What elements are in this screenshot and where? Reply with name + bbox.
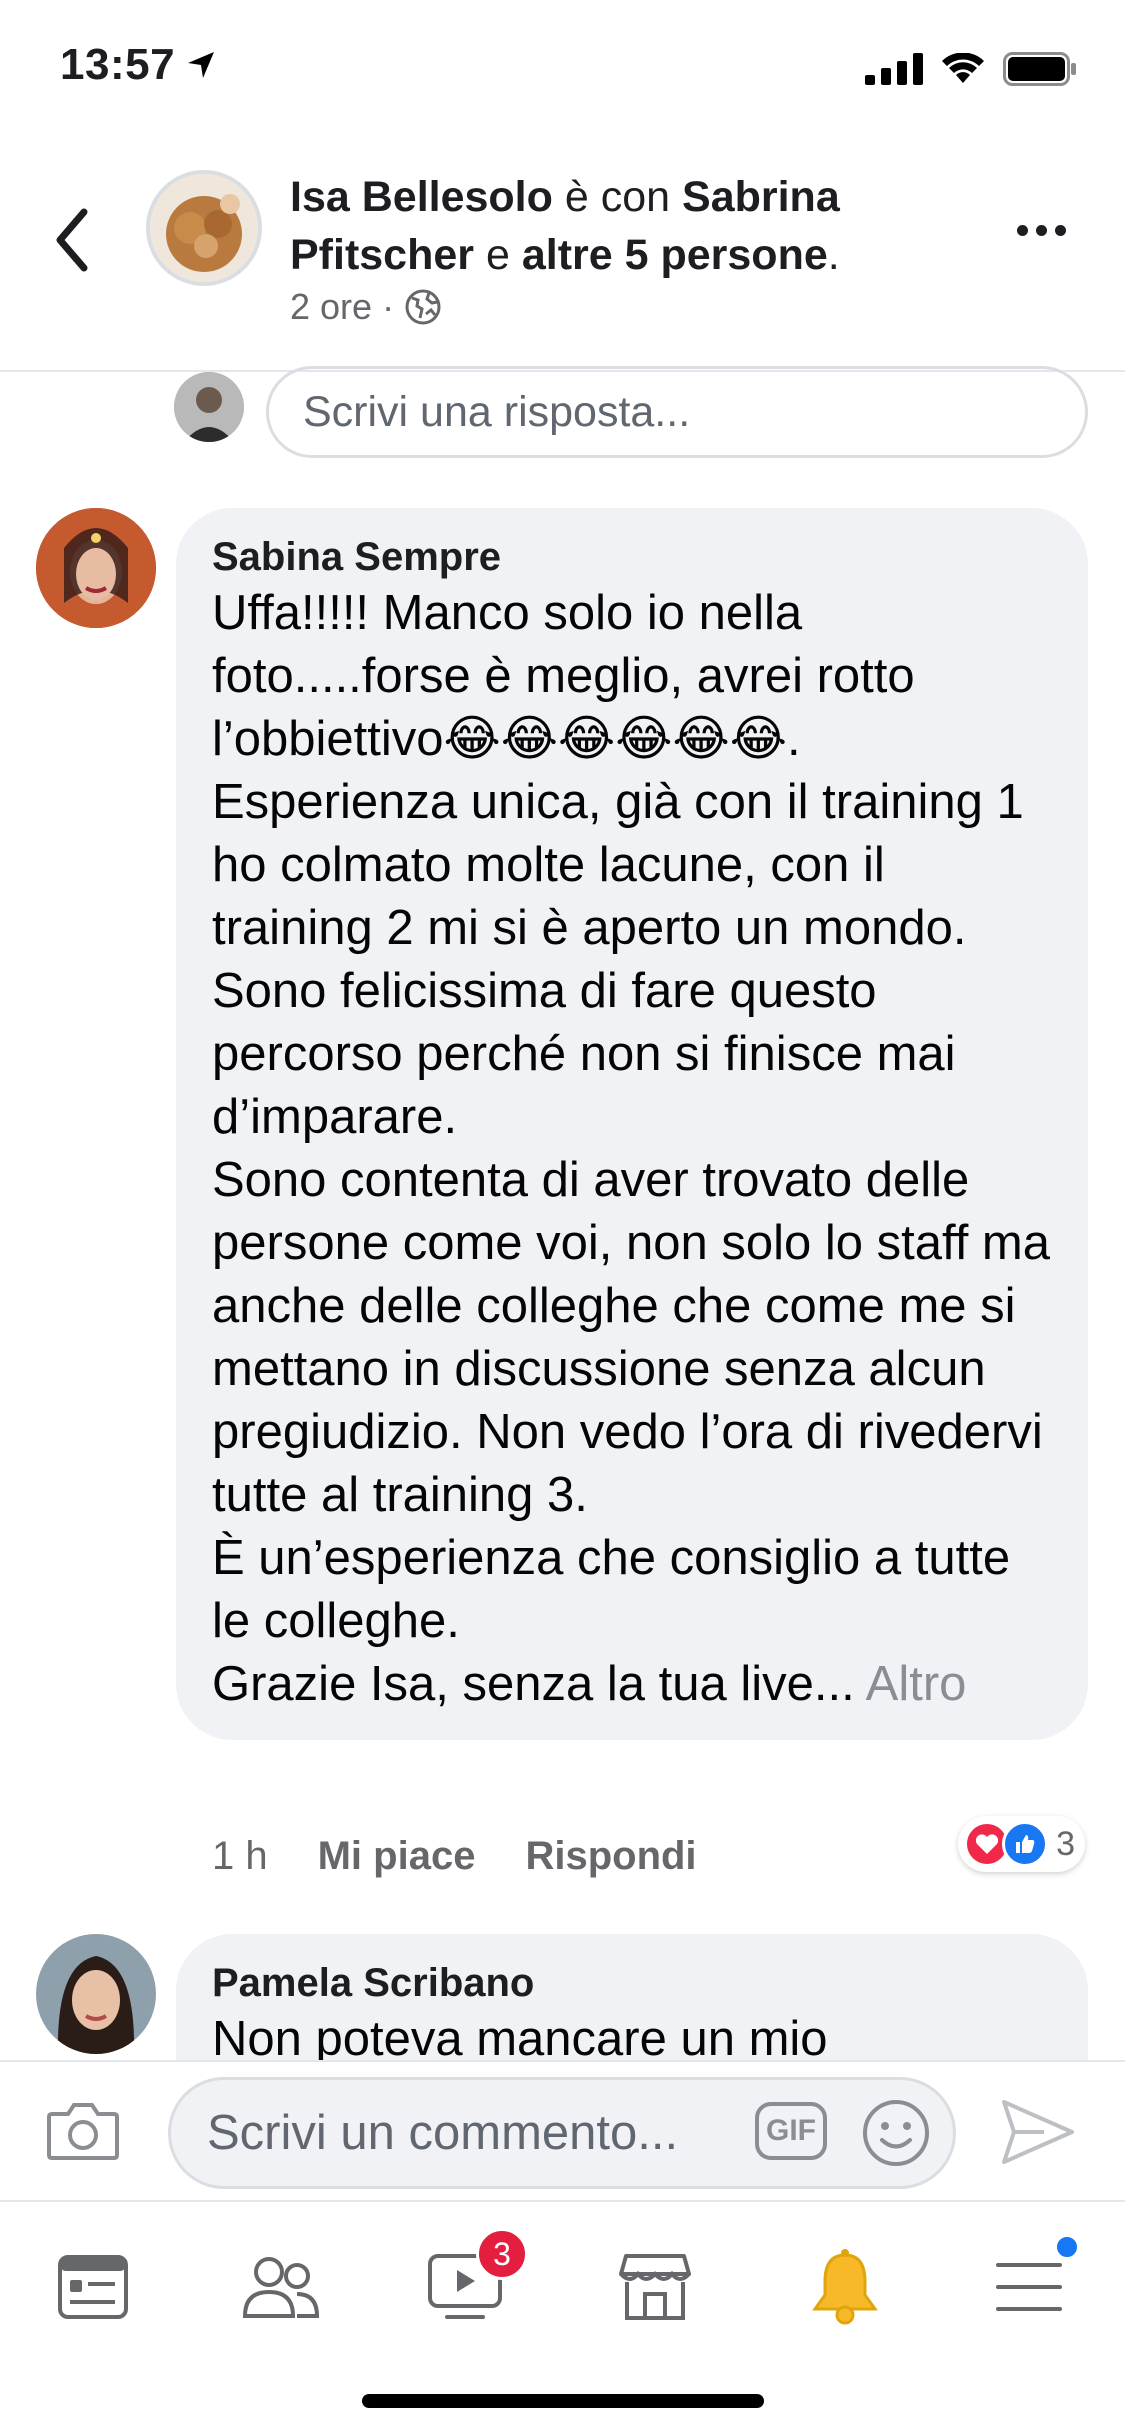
reply-button[interactable]: Rispondi [525, 1834, 696, 1879]
post-title: Isa Bellesolo è con Sabrina Pfitscher e … [290, 168, 1010, 284]
video-badge: 3 [476, 2228, 528, 2280]
tab-watch[interactable]: 3 [420, 2228, 528, 2332]
comment-time[interactable]: 1 h [212, 1834, 268, 1879]
comment: Pamela Scribano Non poteva mancare un mi… [0, 1934, 1125, 2060]
status-time: 13:57 [60, 40, 176, 89]
comment-input[interactable]: Scrivi un commento... GIF [168, 2077, 956, 2189]
post-header: Isa Bellesolo è con Sabrina Pfitscher e … [0, 140, 1125, 372]
author-avatar[interactable] [146, 170, 262, 286]
comment-text: Non poteva mancare un mio [212, 2012, 828, 2060]
title-period: . [827, 231, 840, 279]
comment-composer: Scrivi un commento... GIF [0, 2060, 1125, 2200]
comment-text: Uffa!!!!! Manco solo io nella foto.....f… [212, 582, 1052, 1716]
comment-bubble: Pamela Scribano Non poteva mancare un mi… [176, 1934, 1088, 2060]
reply-input[interactable]: Scrivi una risposta... [266, 366, 1088, 458]
globe-icon [405, 289, 441, 325]
post-meta: 2 ore · [290, 286, 442, 328]
author-name-link[interactable]: Isa Bellesolo [290, 173, 553, 221]
tab-marketplace[interactable] [610, 2242, 700, 2332]
bell-icon [812, 2249, 878, 2325]
friends-icon [242, 2257, 320, 2318]
send-icon[interactable] [1000, 2098, 1076, 2166]
comment-actions: 1 h Mi piace Rispondi [212, 1834, 697, 1879]
meta-separator: · [382, 286, 395, 327]
status-bar: 13:57 [0, 0, 1125, 140]
like-button[interactable]: Mi piace [318, 1834, 476, 1879]
comment-input-placeholder: Scrivi un commento... [207, 2106, 679, 2160]
others-link[interactable]: altre 5 persone [522, 231, 828, 279]
reactions-summary[interactable]: 3 [958, 1816, 1085, 1872]
hamburger-menu-icon [996, 2263, 1062, 2311]
reply-row: Scrivi una risposta... [0, 366, 1125, 472]
more-options-button[interactable] [1017, 210, 1077, 250]
tab-news-feed[interactable] [48, 2242, 138, 2332]
commenter-avatar[interactable] [36, 508, 156, 628]
menu-notification-dot [1054, 2234, 1080, 2260]
reaction-count: 3 [1056, 1824, 1075, 1863]
marketplace-icon [619, 2254, 691, 2320]
wifi-icon [942, 53, 984, 83]
like-reaction-icon [1002, 1821, 1049, 1867]
comment-body: Uffa!!!!! Manco solo io nella foto.....f… [212, 586, 1051, 1711]
tab-menu[interactable] [984, 2234, 1080, 2332]
tab-friends[interactable] [236, 2242, 326, 2332]
post-time[interactable]: 2 ore [290, 286, 372, 328]
connector-text: è con [564, 173, 671, 221]
signal-icon [865, 53, 923, 85]
news-feed-icon [58, 2255, 128, 2319]
battery-icon [1003, 52, 1076, 86]
commenter-name[interactable]: Sabina Sempre [212, 532, 1052, 582]
tab-notifications[interactable] [800, 2242, 890, 2332]
back-chevron-icon[interactable] [48, 200, 98, 280]
gif-button[interactable]: GIF [755, 2102, 827, 2160]
see-more-link[interactable]: Altro [866, 1657, 967, 1711]
emoji-icon[interactable] [861, 2098, 931, 2168]
commenter-name[interactable]: Pamela Scribano [212, 1958, 1052, 2008]
current-user-avatar [174, 372, 244, 442]
comment-bubble: Sabina Sempre Uffa!!!!! Manco solo io ne… [176, 508, 1088, 1740]
commenter-avatar[interactable] [36, 1934, 156, 2054]
and-text: e [485, 231, 510, 279]
home-indicator[interactable] [362, 2394, 764, 2408]
location-arrow-icon [188, 52, 214, 78]
camera-icon[interactable] [46, 2098, 120, 2162]
